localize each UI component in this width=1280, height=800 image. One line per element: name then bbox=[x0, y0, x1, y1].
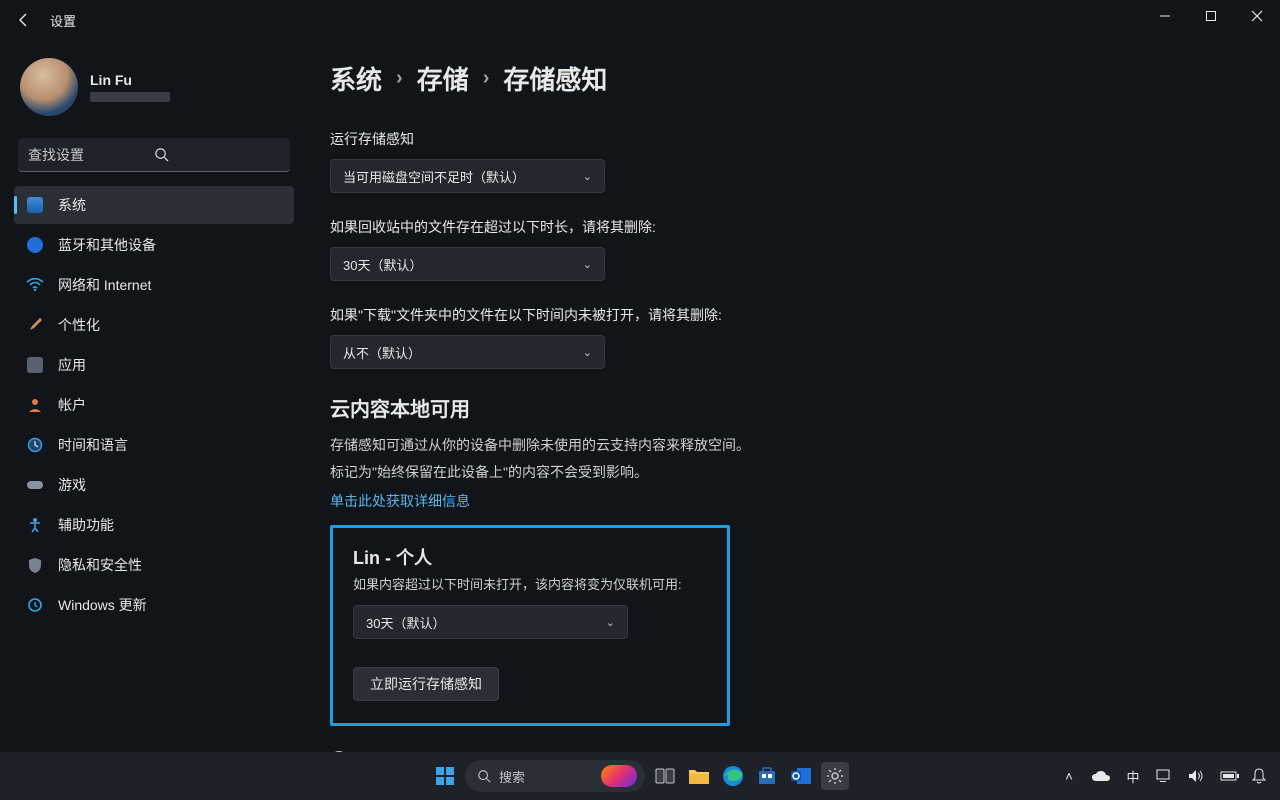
run-storage-sense-label: 运行存储感知 bbox=[330, 129, 1240, 149]
sidebar-item-apps[interactable]: 应用 bbox=[14, 346, 294, 384]
cutoff-heading bbox=[330, 103, 1240, 111]
user-sub-redacted bbox=[90, 92, 170, 102]
profile[interactable]: Lin Fu bbox=[14, 40, 294, 138]
dropdown-value: 30天（默认） bbox=[343, 255, 422, 274]
button-label: 立即运行存储感知 bbox=[370, 674, 482, 694]
tray-chevron-up-icon[interactable]: ˄ bbox=[1060, 769, 1078, 784]
sidebar-item-accounts[interactable]: 帐户 bbox=[14, 386, 294, 424]
taskbar-search[interactable]: 搜索 bbox=[465, 760, 645, 792]
run-storage-sense-dropdown[interactable]: 当可用磁盘空间不足时（默认） ⌄ bbox=[330, 159, 605, 193]
task-view-button[interactable] bbox=[651, 762, 679, 790]
gamepad-icon bbox=[26, 476, 44, 494]
system-tray: ˄ 中 bbox=[1060, 752, 1270, 800]
search-input[interactable]: 查找设置 bbox=[18, 138, 290, 172]
chevron-down-icon: ⌄ bbox=[583, 170, 592, 183]
close-button[interactable] bbox=[1234, 0, 1280, 32]
dropdown-value: 当可用磁盘空间不足时（默认） bbox=[343, 167, 525, 186]
breadcrumb-storage[interactable]: 存储 bbox=[417, 60, 469, 97]
shield-icon bbox=[26, 556, 44, 574]
chevron-down-icon: ⌄ bbox=[583, 258, 592, 271]
main-content: 系统 › 存储 › 存储感知 运行存储感知 当可用磁盘空间不足时（默认） ⌄ 如… bbox=[300, 40, 1280, 752]
cloud-desc-1: 存储感知可通过从你的设备中删除未使用的云支持内容来释放空间。 bbox=[330, 432, 1240, 459]
chevron-down-icon: ⌄ bbox=[583, 346, 592, 359]
chevron-right-icon: › bbox=[483, 67, 490, 90]
outlook-button[interactable] bbox=[787, 762, 815, 790]
back-button[interactable] bbox=[8, 4, 40, 36]
copilot-icon bbox=[601, 765, 637, 787]
sidebar-item-network[interactable]: 网络和 Internet bbox=[14, 266, 294, 304]
battery-tray-icon[interactable] bbox=[1220, 770, 1238, 782]
callout-title: Lin - 个人 bbox=[353, 544, 707, 570]
minimize-button[interactable] bbox=[1142, 0, 1188, 32]
sidebar-item-label: 系统 bbox=[58, 195, 86, 215]
downloads-dropdown[interactable]: 从不（默认） ⌄ bbox=[330, 335, 605, 369]
apps-icon bbox=[26, 356, 44, 374]
ime-indicator[interactable]: 中 bbox=[1124, 767, 1142, 786]
downloads-label: 如果"下载"文件夹中的文件在以下时间内未被打开，请将其删除: bbox=[330, 305, 1240, 325]
sidebar-item-personalization[interactable]: 个性化 bbox=[14, 306, 294, 344]
sidebar: Lin Fu 查找设置 系统 蓝牙和其他设备 网络和 Internet bbox=[0, 40, 300, 752]
sidebar-item-label: 蓝牙和其他设备 bbox=[58, 235, 156, 255]
volume-tray-icon[interactable] bbox=[1188, 769, 1206, 783]
edge-button[interactable] bbox=[719, 762, 747, 790]
sidebar-item-label: 个性化 bbox=[58, 315, 100, 335]
update-icon bbox=[26, 596, 44, 614]
onedrive-tray-icon[interactable] bbox=[1092, 770, 1110, 782]
store-button[interactable] bbox=[753, 762, 781, 790]
system-icon bbox=[26, 196, 44, 214]
sidebar-item-windows-update[interactable]: Windows 更新 bbox=[14, 586, 294, 624]
sidebar-item-label: 网络和 Internet bbox=[58, 275, 151, 295]
recycle-bin-dropdown[interactable]: 30天（默认） ⌄ bbox=[330, 247, 605, 281]
personal-onedrive-callout: Lin - 个人 如果内容超过以下时间未打开，该内容将变为仅联机可用: 30天（… bbox=[330, 525, 730, 726]
accessibility-icon bbox=[26, 516, 44, 534]
sidebar-item-label: Windows 更新 bbox=[58, 595, 147, 615]
globe-clock-icon bbox=[26, 436, 44, 454]
network-tray-icon[interactable] bbox=[1156, 769, 1174, 783]
sidebar-item-privacy[interactable]: 隐私和安全性 bbox=[14, 546, 294, 584]
start-button[interactable] bbox=[431, 762, 459, 790]
person-icon bbox=[26, 396, 44, 414]
chevron-right-icon: › bbox=[396, 67, 403, 90]
notifications-tray-icon[interactable] bbox=[1252, 768, 1270, 784]
search-icon bbox=[154, 147, 280, 162]
run-now-button[interactable]: 立即运行存储感知 bbox=[353, 667, 499, 701]
sidebar-item-label: 辅助功能 bbox=[58, 515, 114, 535]
recycle-bin-label: 如果回收站中的文件存在超过以下时长，请将其删除: bbox=[330, 217, 1240, 237]
bluetooth-icon bbox=[26, 236, 44, 254]
sidebar-item-time-language[interactable]: 时间和语言 bbox=[14, 426, 294, 464]
window-title: 设置 bbox=[50, 11, 76, 30]
sidebar-item-gaming[interactable]: 游戏 bbox=[14, 466, 294, 504]
sidebar-item-bluetooth[interactable]: 蓝牙和其他设备 bbox=[14, 226, 294, 264]
search-icon bbox=[477, 769, 491, 783]
cloud-content-heading: 云内容本地可用 bbox=[330, 393, 1240, 422]
cloud-details-link[interactable]: 单击此处获取详细信息 bbox=[330, 491, 1240, 511]
chevron-down-icon: ⌄ bbox=[606, 616, 615, 629]
sidebar-item-system[interactable]: 系统 bbox=[14, 186, 294, 224]
dropdown-value: 从不（默认） bbox=[343, 343, 421, 362]
callout-desc: 如果内容超过以下时间未打开，该内容将变为仅联机可用: bbox=[353, 574, 707, 593]
user-name: Lin Fu bbox=[90, 72, 170, 88]
breadcrumb: 系统 › 存储 › 存储感知 bbox=[330, 60, 1240, 97]
taskbar: 搜索 ˄ 中 bbox=[0, 752, 1280, 800]
avatar bbox=[20, 58, 78, 116]
breadcrumb-storage-sense: 存储感知 bbox=[503, 60, 607, 97]
wifi-icon bbox=[26, 276, 44, 294]
maximize-button[interactable] bbox=[1188, 0, 1234, 32]
breadcrumb-system[interactable]: 系统 bbox=[330, 60, 382, 97]
file-explorer-button[interactable] bbox=[685, 762, 713, 790]
settings-taskbar-button[interactable] bbox=[821, 762, 849, 790]
dropdown-value: 30天（默认） bbox=[366, 613, 445, 632]
onedrive-dropdown[interactable]: 30天（默认） ⌄ bbox=[353, 605, 628, 639]
search-placeholder: 查找设置 bbox=[28, 145, 154, 165]
cloud-desc-2: 标记为"始终保留在此设备上"的内容不会受到影响。 bbox=[330, 459, 1240, 486]
sidebar-item-label: 应用 bbox=[58, 355, 86, 375]
nav: 系统 蓝牙和其他设备 网络和 Internet 个性化 应用 帐户 bbox=[14, 186, 294, 624]
sidebar-item-label: 隐私和安全性 bbox=[58, 555, 142, 575]
sidebar-item-label: 时间和语言 bbox=[58, 435, 128, 455]
brush-icon bbox=[26, 316, 44, 334]
sidebar-item-label: 游戏 bbox=[58, 475, 86, 495]
sidebar-item-label: 帐户 bbox=[58, 395, 86, 415]
taskbar-search-placeholder: 搜索 bbox=[499, 767, 525, 786]
sidebar-item-accessibility[interactable]: 辅助功能 bbox=[14, 506, 294, 544]
